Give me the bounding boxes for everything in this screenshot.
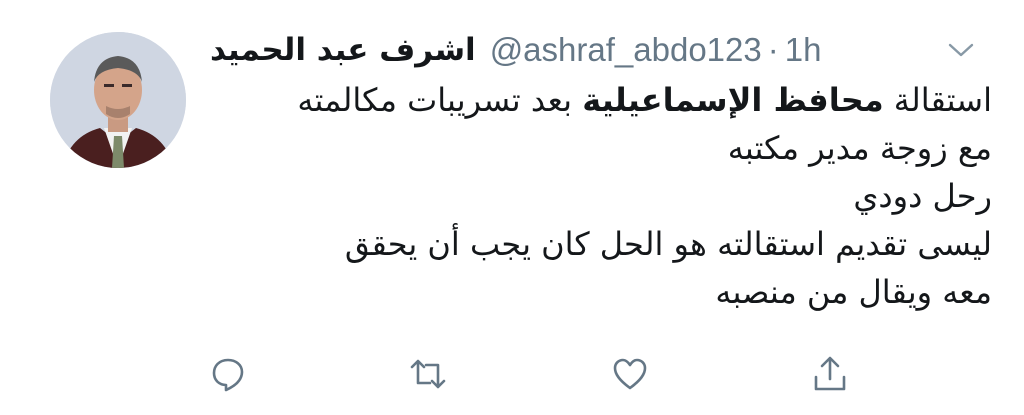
retweet-button[interactable] [408, 354, 448, 394]
tweet-line: استقالة محافظ الإسماعيلية بعد تسريبات مك… [297, 81, 992, 119]
timestamp[interactable]: 1h [785, 31, 822, 69]
display-name[interactable]: اشرف عبد الحميد [210, 32, 476, 68]
share-button[interactable] [810, 354, 850, 394]
action-bar [0, 354, 1024, 398]
tweet-line: رحل دودي [853, 177, 992, 215]
avatar[interactable] [50, 32, 186, 168]
reply-button[interactable] [208, 354, 248, 394]
like-button[interactable] [610, 354, 650, 394]
reply-icon [212, 358, 244, 392]
tweet-line: مع زوجة مدير مكتبه [727, 129, 992, 167]
avatar-image [50, 32, 186, 168]
chevron-down-icon[interactable] [946, 40, 976, 60]
heart-icon [613, 358, 647, 390]
retweet-icon [410, 359, 446, 389]
share-icon [814, 356, 846, 391]
separator-dot: · [767, 31, 779, 68]
tweet-text: استقالة محافظ الإسماعيلية بعد تسريبات مك… [200, 76, 992, 316]
bold-phrase: محافظ الإسماعيلية [582, 81, 884, 119]
tweet-line: ليسى تقديم استقالته هو الحل كان يجب أن ي… [344, 225, 992, 263]
tweet-line: معه ويقال من منصبه [715, 273, 992, 311]
user-handle[interactable]: @ashraf_abdo123 [490, 31, 762, 69]
tweet-header: اشرف عبد الحميد @ashraf_abdo123 · 1h [210, 28, 821, 72]
tweet-card[interactable]: اشرف عبد الحميد @ashraf_abdo123 · 1h است… [0, 0, 1024, 415]
